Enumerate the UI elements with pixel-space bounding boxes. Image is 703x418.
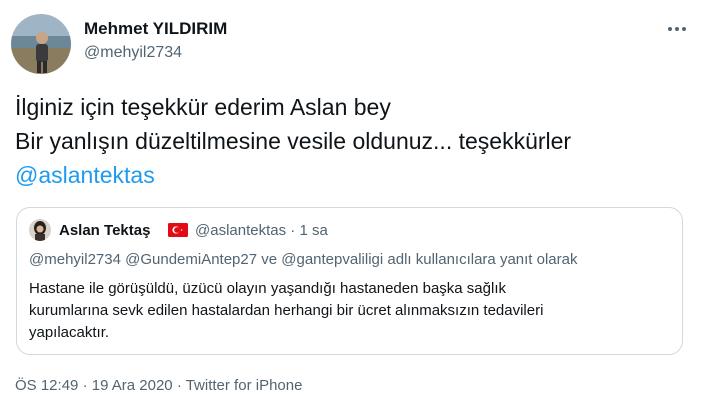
tweet-line-2: Bir yanlışın düzeltilmesine vesile oldun… — [15, 128, 572, 154]
quoted-author-handle[interactable]: @aslantektas — [195, 222, 286, 239]
quoted-separator: · — [290, 222, 296, 239]
quoted-handle-line: @aslantektas · 1 sa — [195, 222, 328, 239]
author-handle[interactable]: @mehyil2734 — [84, 44, 182, 62]
author-name[interactable]: Mehmet YILDIRIM — [84, 19, 227, 39]
meta-separator-2: · — [176, 377, 182, 394]
quoted-body-line-3: yapılacaktır. — [29, 324, 110, 341]
more-horizontal-icon[interactable] — [664, 22, 690, 36]
quoted-tweet-text: Hastane ile görüşüldü, üzücü olayın yaşa… — [29, 278, 669, 344]
tweet-text: İlginiz için teşekkür ederim Aslan bey B… — [15, 90, 695, 192]
quoted-reply-context: @mehyil2734 @GundemiAntep27 ve @gantepva… — [29, 251, 578, 268]
mention-link[interactable]: @aslantektas — [15, 162, 155, 188]
tweet-source[interactable]: Twitter for iPhone — [186, 377, 303, 394]
tweet-date[interactable]: 19 Ara 2020 — [92, 377, 173, 394]
quoted-body-line-1: Hastane ile görüşüldü, üzücü olayın yaşa… — [29, 280, 506, 297]
quoted-author-avatar[interactable] — [29, 219, 51, 241]
quoted-author-name[interactable]: Aslan Tektaş — [59, 222, 150, 239]
tweet-meta: ÖS 12:49 · 19 Ara 2020 · Twitter for iPh… — [15, 377, 302, 394]
quoted-time[interactable]: 1 sa — [299, 222, 327, 239]
turkey-flag-icon — [168, 223, 188, 237]
quoted-tweet-card[interactable]: Aslan Tektaş @aslantektas · 1 sa @mehyil… — [16, 207, 683, 355]
author-avatar[interactable] — [11, 14, 71, 74]
meta-separator-1: · — [82, 377, 88, 394]
tweet-time[interactable]: ÖS 12:49 — [15, 377, 78, 394]
quoted-body-line-2: kurumlarına sevk edilen hastalardan herh… — [29, 302, 544, 319]
tweet-line-1: İlginiz için teşekkür ederim Aslan bey — [15, 94, 391, 120]
